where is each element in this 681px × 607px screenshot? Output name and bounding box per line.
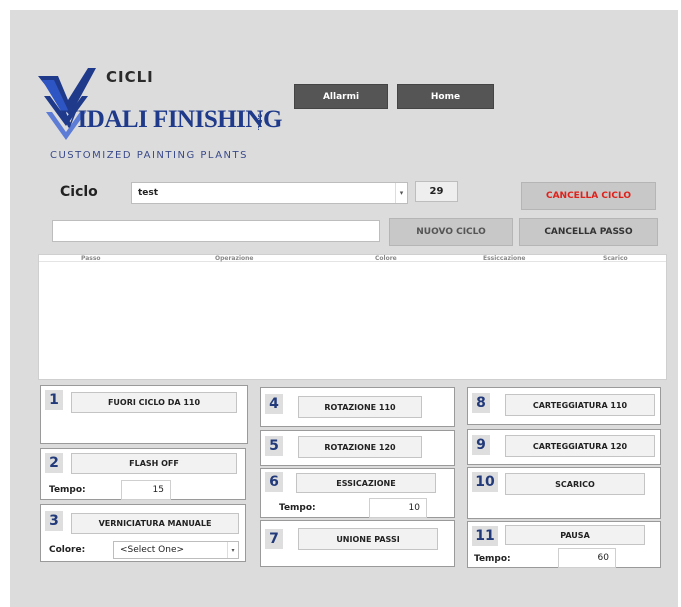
- home-button[interactable]: Home: [397, 84, 494, 109]
- step-number: 4: [265, 394, 283, 414]
- column-header-essiccazione[interactable]: Essiccazione: [483, 255, 525, 262]
- company-logo: CICLI VIDALI FINISHING S.R.L. CUSTOMIZED…: [36, 66, 282, 164]
- step-number: 10: [472, 472, 498, 492]
- ciclo-select-value: test: [138, 188, 159, 198]
- step-number: 2: [45, 453, 63, 473]
- step-panel-11: 11 PAUSA Tempo: 60: [467, 521, 661, 568]
- carteggiatura-110-button[interactable]: CARTEGGIATURA 110: [505, 394, 655, 416]
- tempo-label: Tempo:: [279, 503, 316, 513]
- carteggiatura-120-button[interactable]: CARTEGGIATURA 120: [505, 435, 655, 457]
- pausa-tempo-input[interactable]: 60: [558, 548, 616, 568]
- column-header-scarico[interactable]: Scarico: [603, 255, 628, 262]
- table-header: Passo Operazione Colore Essiccazione Sca…: [39, 255, 666, 262]
- unione-passi-button[interactable]: UNIONE PASSI: [298, 528, 438, 550]
- step-panel-5: 5 ROTAZIONE 120: [260, 430, 455, 466]
- step-number: 7: [265, 529, 283, 549]
- step-number: 3: [45, 511, 63, 531]
- colore-label: Colore:: [49, 545, 86, 555]
- step-number: 6: [265, 472, 283, 492]
- rotazione-110-button[interactable]: ROTAZIONE 110: [298, 396, 422, 418]
- cancella-ciclo-button[interactable]: CANCELLA CICLO: [521, 182, 656, 210]
- nuovo-ciclo-button[interactable]: NUOVO CICLO: [389, 218, 513, 246]
- column-header-operazione[interactable]: Operazione: [215, 255, 253, 262]
- rotazione-120-button[interactable]: ROTAZIONE 120: [298, 436, 422, 458]
- pausa-button[interactable]: PAUSA: [505, 525, 645, 545]
- column-header-colore[interactable]: Colore: [375, 255, 397, 262]
- flash-off-button[interactable]: FLASH OFF: [71, 453, 237, 474]
- tempo-label: Tempo:: [474, 554, 511, 564]
- ciclo-count: 29: [415, 181, 458, 202]
- step-number: 8: [472, 393, 490, 413]
- logo-cicli-text: CICLI: [106, 68, 154, 86]
- chevron-down-icon[interactable]: ▾: [227, 542, 238, 558]
- essicazione-tempo-input[interactable]: 10: [369, 498, 427, 518]
- step-panel-1: 1 FUORI CICLO DA 110: [40, 385, 248, 444]
- logo-tagline-text: CUSTOMIZED PAINTING PLANTS: [50, 150, 248, 161]
- essicazione-button[interactable]: ESSICAZIONE: [296, 473, 436, 493]
- logo-brand-text: VIDALI FINISHING: [60, 106, 282, 133]
- verniciatura-manuale-button[interactable]: VERNICIATURA MANUALE: [71, 513, 239, 534]
- ciclo-label: Ciclo: [60, 184, 98, 200]
- step-panel-10: 10 SCARICO: [467, 467, 661, 519]
- step-panel-2: 2 FLASH OFF Tempo: 15: [40, 448, 246, 500]
- step-number: 9: [472, 435, 490, 455]
- allarmi-button[interactable]: Allarmi: [294, 84, 388, 109]
- colore-select-value: <Select One>: [120, 545, 185, 555]
- fuori-ciclo-110-button[interactable]: FUORI CICLO DA 110: [71, 392, 237, 413]
- flash-off-tempo-input[interactable]: 15: [121, 480, 171, 500]
- tempo-label: Tempo:: [49, 485, 86, 495]
- steps-table: Passo Operazione Colore Essiccazione Sca…: [38, 254, 667, 380]
- chevron-down-icon[interactable]: ▾: [395, 183, 407, 203]
- step-panel-9: 9 CARTEGGIATURA 120: [467, 429, 661, 465]
- step-panel-6: 6 ESSICAZIONE Tempo: 10: [260, 468, 455, 518]
- step-panel-4: 4 ROTAZIONE 110: [260, 387, 455, 427]
- step-panel-8: 8 CARTEGGIATURA 110: [467, 387, 661, 425]
- ciclo-select[interactable]: test ▾: [131, 182, 408, 204]
- step-number: 1: [45, 390, 63, 410]
- step-number: 5: [265, 436, 283, 456]
- step-panel-3: 3 VERNICIATURA MANUALE Colore: <Select O…: [40, 504, 246, 562]
- logo-srl-text: S.R.L.: [256, 114, 262, 131]
- cancella-passo-button[interactable]: CANCELLA PASSO: [519, 218, 658, 246]
- scarico-button[interactable]: SCARICO: [505, 473, 645, 495]
- step-number: 11: [472, 526, 498, 546]
- step-panel-7: 7 UNIONE PASSI: [260, 520, 455, 567]
- new-cycle-name-input[interactable]: [52, 220, 380, 242]
- column-header-passo[interactable]: Passo: [81, 255, 101, 262]
- colore-select[interactable]: <Select One> ▾: [113, 541, 239, 559]
